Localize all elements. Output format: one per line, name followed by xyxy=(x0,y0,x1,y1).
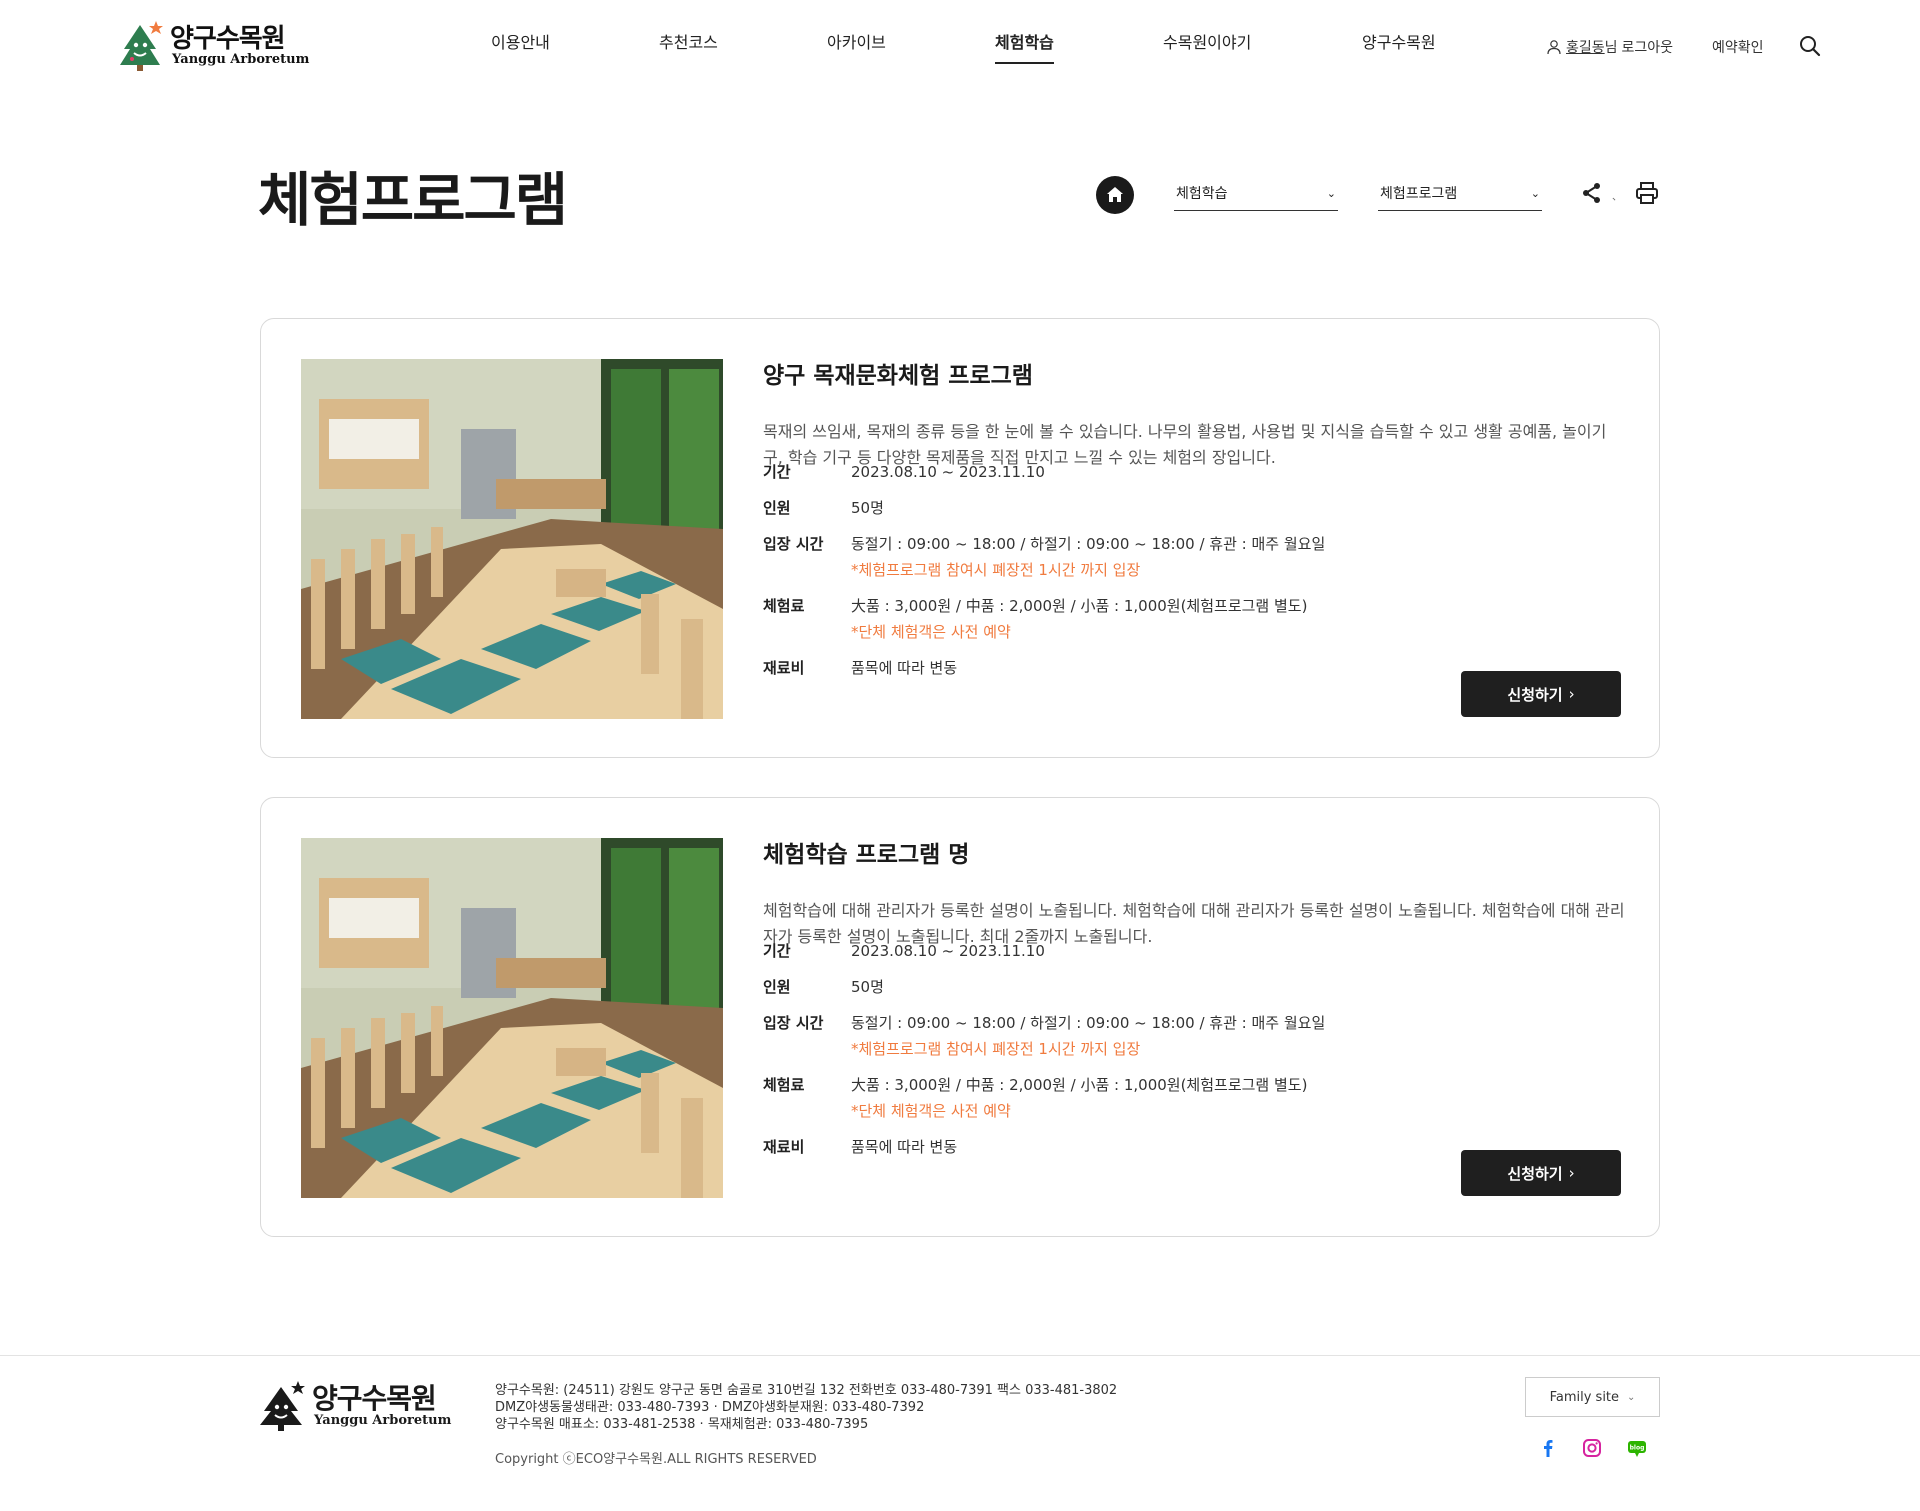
print-icon[interactable] xyxy=(1634,180,1660,206)
info-label: 입장 시간 xyxy=(763,1014,824,1032)
footer-address: 양구수목원: (24511) 강원도 양구군 동면 숨골로 310번길 132 … xyxy=(495,1382,1117,1433)
footer-logo[interactable]: 양구수목원 Yanggu Arboretum xyxy=(258,1378,458,1434)
info-note: *단체 체험객은 사전 예약 xyxy=(851,1102,1011,1120)
info-value: 동절기 : 09:00 ~ 18:00 / 하절기 : 09:00 ~ 18:0… xyxy=(851,1014,1326,1032)
info-value: 품목에 따라 변동 xyxy=(851,1138,958,1156)
logout-link[interactable]: 로그아웃 xyxy=(1622,37,1674,57)
home-button[interactable] xyxy=(1096,176,1134,214)
info-note: *체험프로그램 참여시 폐장전 1시간 까지 입장 xyxy=(851,561,1141,579)
info-label: 체험료 xyxy=(763,1076,805,1094)
apply-button[interactable]: 신청하기 › xyxy=(1461,1150,1621,1196)
info-note: *체험프로그램 참여시 폐장전 1시간 까지 입장 xyxy=(851,1040,1141,1058)
share-icon[interactable] xyxy=(1580,181,1604,205)
instagram-icon[interactable] xyxy=(1581,1437,1603,1459)
breadcrumb-depth1-value: 체험학습 xyxy=(1176,186,1228,202)
info-label: 재료비 xyxy=(763,1138,805,1156)
info-value: 품목에 따라 변동 xyxy=(851,659,958,677)
info-label: 인원 xyxy=(763,978,791,996)
nav-item-story[interactable]: 수목원이야기 xyxy=(1163,30,1251,70)
nav-item-about[interactable]: 양구수목원 xyxy=(1362,30,1436,70)
program-photo xyxy=(301,359,723,719)
info-label: 재료비 xyxy=(763,659,805,677)
address-line: DMZ야생동물생태관: 033-480-7393 · DMZ야생화분재원: 03… xyxy=(495,1400,925,1415)
info-label: 체험료 xyxy=(763,597,805,615)
page-title: 체험프로그램 xyxy=(258,166,568,234)
info-value: 2023.08.10 ~ 2023.11.10 xyxy=(851,463,1045,481)
svg-text:blog: blog xyxy=(1630,1445,1645,1452)
user-area: 홍길동 님 로그아웃 xyxy=(1546,36,1673,58)
info-label: 기간 xyxy=(763,942,791,960)
blog-icon[interactable]: blog xyxy=(1626,1437,1648,1459)
info-value: 大품 : 3,000원 / 中품 : 2,000원 / 小품 : 1,000원(… xyxy=(851,1076,1308,1094)
info-note: *단체 체험객은 사전 예약 xyxy=(851,623,1011,641)
program-card: 양구 목재문화체험 프로그램 목재의 쓰임새, 목재의 종류 등을 한 눈에 볼… xyxy=(260,318,1660,758)
family-site-label: Family site xyxy=(1549,1389,1620,1405)
apply-button-label: 신청하기 xyxy=(1507,1164,1563,1183)
chevron-right-icon: › xyxy=(1568,685,1575,703)
program-photo xyxy=(301,838,723,1198)
program-card: 체험학습 프로그램 명 체험학습에 대해 관리자가 등록한 설명이 노출됩니다.… xyxy=(260,797,1660,1237)
chevron-down-icon: ⌄ xyxy=(1530,186,1540,200)
nav-item-archive[interactable]: 아카이브 xyxy=(827,30,886,70)
program-title: 체험학습 프로그램 명 xyxy=(763,842,970,868)
user-suffix: 님 xyxy=(1604,40,1618,56)
info-value: 50명 xyxy=(851,499,884,517)
search-icon[interactable] xyxy=(1798,34,1822,58)
chevron-right-icon: › xyxy=(1568,1164,1575,1182)
breadcrumb-depth2-value: 체험프로그램 xyxy=(1380,186,1458,202)
user-name[interactable]: 홍길동 xyxy=(1566,37,1605,57)
home-icon xyxy=(1107,187,1123,202)
classroom-photo-image xyxy=(301,838,723,1198)
breadcrumb-select-depth1[interactable]: 체험학습 ⌄ xyxy=(1174,176,1338,211)
chevron-down-icon: ⌄ xyxy=(1627,1391,1636,1403)
utility-separator: 、 xyxy=(1612,192,1622,203)
apply-button-label: 신청하기 xyxy=(1507,685,1563,704)
info-value: 동절기 : 09:00 ~ 18:00 / 하절기 : 09:00 ~ 18:0… xyxy=(851,535,1326,553)
program-title: 양구 목재문화체험 프로그램 xyxy=(763,363,1033,389)
nav-item-course[interactable]: 추천코스 xyxy=(659,30,718,70)
copyright: Copyright ⓒECO양구수목원.ALL RIGHTS RESERVED xyxy=(495,1452,817,1467)
user-icon xyxy=(1547,40,1561,55)
info-value: 2023.08.10 ~ 2023.11.10 xyxy=(851,942,1045,960)
nav-item-experience[interactable]: 체험학습 xyxy=(995,30,1054,70)
info-value: 大품 : 3,000원 / 中품 : 2,000원 / 小품 : 1,000원(… xyxy=(851,597,1308,615)
address-line: 양구수목원 매표소: 033-481-2538 · 목재체험관: 033-480… xyxy=(495,1417,869,1432)
footer-divider xyxy=(0,1355,1920,1356)
tree-logo-icon xyxy=(260,1381,305,1431)
breadcrumb-select-depth2[interactable]: 체험프로그램 ⌄ xyxy=(1378,176,1542,211)
classroom-photo-image xyxy=(301,359,723,719)
family-site-select[interactable]: Family site ⌄ xyxy=(1525,1377,1660,1417)
info-label: 입장 시간 xyxy=(763,535,824,553)
nav-item-guide[interactable]: 이용안내 xyxy=(491,30,550,70)
chevron-down-icon: ⌄ xyxy=(1326,186,1336,200)
info-label: 인원 xyxy=(763,499,791,517)
site-header: 양구수목원 Yanggu Arboretum 이용안내 추천코스 아카이브 체험… xyxy=(0,0,1920,94)
reservation-link[interactable]: 예약확인 xyxy=(1712,36,1764,58)
footer-logo-english: Yanggu Arboretum xyxy=(314,1413,452,1428)
info-value: 50명 xyxy=(851,978,884,996)
footer-logo-korean: 양구수목원 xyxy=(312,1382,437,1415)
info-label: 기간 xyxy=(763,463,791,481)
address-line: 양구수목원: (24511) 강원도 양구군 동면 숨골로 310번길 132 … xyxy=(495,1383,1118,1398)
facebook-icon[interactable] xyxy=(1537,1437,1559,1459)
apply-button[interactable]: 신청하기 › xyxy=(1461,671,1621,717)
